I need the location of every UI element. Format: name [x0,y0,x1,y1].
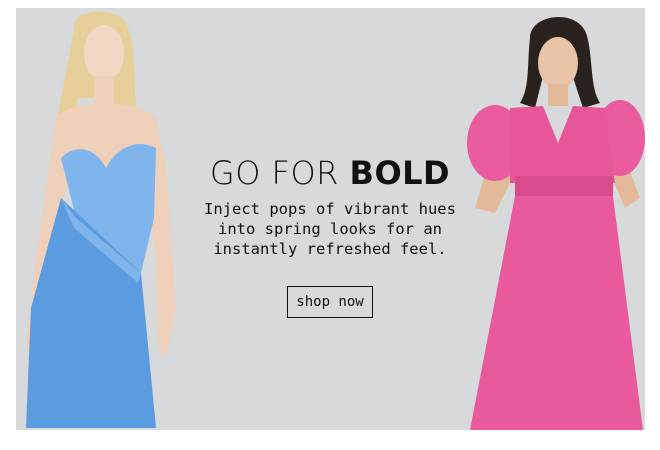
subcopy-line: instantly refreshed feel. [213,240,447,258]
subcopy: Inject pops of vibrant hues into spring … [176,199,484,259]
shop-now-button[interactable]: shop now [287,286,373,318]
headline-light: GO FOR [209,154,350,192]
subcopy-line: into spring looks for an [218,220,442,238]
model-image-blue-dress [16,8,191,430]
promo-banner[interactable]: GO FOR BOLD Inject pops of vibrant hues … [16,8,645,430]
banner-copy: GO FOR BOLD Inject pops of vibrant hues … [176,153,484,318]
model-image-pink-dress [465,8,645,430]
headline: GO FOR BOLD [176,153,484,193]
headline-bold: BOLD [349,154,451,192]
subcopy-line: Inject pops of vibrant hues [204,200,456,218]
